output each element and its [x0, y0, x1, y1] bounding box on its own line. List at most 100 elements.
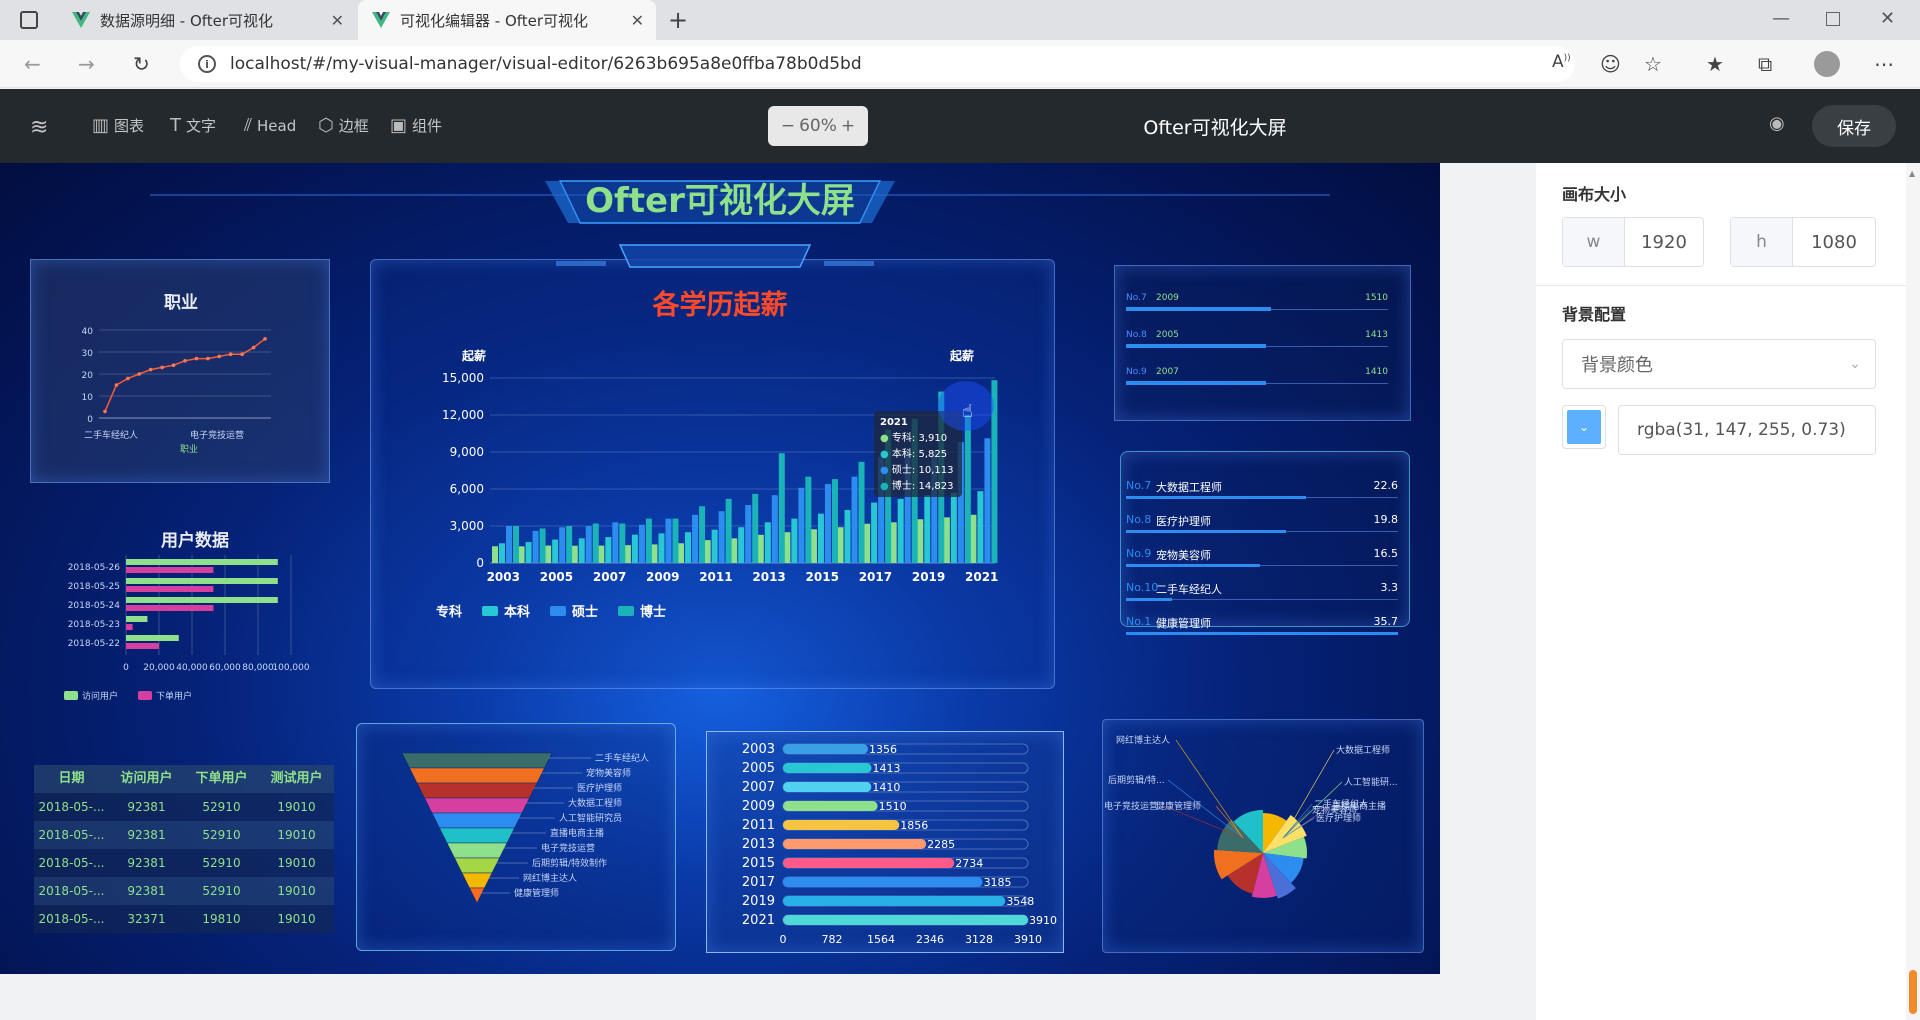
collections-icon[interactable]: ⧉	[1758, 52, 1772, 76]
new-tab-icon[interactable]: +	[668, 6, 688, 34]
table-header-cell: 测试用户	[270, 771, 323, 786]
save-button[interactable]: 保存	[1812, 105, 1896, 147]
read-aloud-icon[interactable]: A))	[1552, 52, 1571, 72]
rank-name: 健康管理师	[1156, 617, 1211, 630]
tab-close-icon[interactable]: ✕	[331, 11, 344, 30]
x-tick-label: 2011	[699, 570, 732, 584]
hbar-bar	[783, 782, 872, 792]
bar	[545, 545, 552, 563]
dashboard-canvas[interactable]: Ofter可视化大屏 职业 40 30 20 10 0 二手车经纪人 电子竞技运…	[0, 163, 1440, 974]
zoom-in-button[interactable]: +	[841, 116, 855, 136]
hbar-x-tick: 782	[822, 933, 843, 946]
toolbar-border[interactable]: ⬡ 边框	[318, 115, 369, 136]
x-tick-label: 2013	[752, 570, 785, 584]
browser-tab-datasource[interactable]: 数据源明细 - Ofter可视化 ✕	[58, 0, 356, 40]
line-point	[171, 363, 176, 367]
list-item[interactable]: No.10 二手车经纪人 3.3	[1126, 581, 1400, 615]
rank-bar	[1126, 564, 1260, 567]
page-scrollbar[interactable]: ▲	[1906, 163, 1920, 1020]
scroll-thumb[interactable]	[1909, 970, 1917, 1014]
toolbar-component[interactable]: ▣ 组件	[390, 115, 442, 136]
bar	[871, 502, 878, 563]
forward-icon[interactable]: →	[78, 52, 95, 76]
rank-name: 宠物美容师	[1156, 549, 1211, 562]
site-info-icon[interactable]: i	[198, 55, 216, 73]
list-item[interactable]: No.7 大数据工程师 22.6	[1126, 479, 1400, 513]
rank-name: 医疗护理师	[1156, 515, 1211, 528]
toolbar-label: 边框	[338, 117, 369, 135]
height-field[interactable]: h 1080	[1730, 217, 1876, 267]
users-title: 用户数据	[161, 531, 229, 551]
list-item[interactable]: No.8 2005 1413	[1126, 330, 1396, 367]
hbar-year: 2015	[742, 856, 775, 871]
job-line-chart: 40 30 20 10 0 二手车经纪人 电子竞技运营 职业	[82, 327, 271, 455]
layers-icon[interactable]: ≋	[30, 115, 48, 140]
funnel-label: 直播电商主播	[550, 827, 604, 839]
hbar-x-tick: 1564	[867, 933, 895, 946]
legend-label: 硕士	[572, 604, 598, 620]
list-item[interactable]: No.7 2009 1510	[1126, 293, 1396, 330]
bar	[645, 518, 652, 563]
window-close-icon[interactable]: ✕	[1880, 8, 1895, 29]
profile-avatar[interactable]	[1814, 51, 1840, 77]
back-icon[interactable]: ←	[24, 52, 41, 76]
more-menu-icon[interactable]: ⋯	[1874, 52, 1894, 76]
table-row[interactable]: 2018-05-... 92381 52910 19010	[34, 793, 334, 821]
bar	[824, 484, 831, 563]
browser-tab-editor[interactable]: 可视化编辑器 - Ofter可视化 ✕	[358, 0, 656, 40]
restore-icon[interactable]	[1826, 12, 1840, 26]
funnel-label: 大数据工程师	[568, 797, 622, 809]
funnel-label: 宠物美容师	[586, 767, 631, 779]
color-picker-button[interactable]: ⌄	[1562, 405, 1606, 449]
table-row[interactable]: 2018-05-... 32371 19810 19010	[34, 905, 334, 933]
job-x-label: 二手车经纪人	[84, 429, 138, 441]
editor-toolbar: ≋ ▥ 图表 T 文字 ⫽ Head ⬡ 边框 ▣ 组件 − 60% + Ofter可视化…	[0, 89, 1920, 163]
salary-y-label-left: 起薪	[461, 348, 486, 363]
legend-visit: 访问用户	[82, 690, 118, 702]
table-row[interactable]: 2018-05-... 92381 52910 19010	[34, 877, 334, 905]
line-point	[126, 376, 130, 381]
toolbar-chart[interactable]: ▥ 图表	[92, 115, 144, 136]
list-item[interactable]: No.9 2007 1410	[1126, 367, 1396, 404]
table-row[interactable]: 2018-05-... 92381 52910 19010	[34, 821, 334, 849]
add-favorite-icon[interactable]: ☆	[1644, 52, 1662, 76]
background-type-select[interactable]: 背景颜色 ⌄	[1562, 339, 1876, 389]
legend-swatch	[618, 606, 634, 616]
minimize-icon[interactable]: —	[1772, 8, 1790, 29]
preview-eye-icon[interactable]: ◉	[1769, 113, 1785, 134]
rank-year: 2005	[1156, 330, 1179, 340]
hbar-chart: 2003 1356 2005 1413 2007 1410 2009 1510 2011 1856…	[742, 742, 1057, 946]
rank-name: 二手车经纪人	[1156, 583, 1222, 596]
tab-actions-icon[interactable]	[20, 11, 38, 29]
pie-label: 人工智能研...	[1344, 776, 1398, 788]
reload-icon[interactable]: ↻	[133, 52, 150, 76]
list-item[interactable]: No.1 健康管理师 35.7	[1126, 615, 1400, 649]
funnel-layer	[424, 797, 530, 814]
width-value[interactable]: 1920	[1625, 218, 1703, 266]
tooltip-line: ● 博士: 14,823	[880, 481, 954, 492]
list-item[interactable]: No.9 宠物美容师 16.5	[1126, 547, 1400, 581]
bar	[612, 522, 619, 563]
height-value[interactable]: 1080	[1793, 218, 1875, 266]
rank-year: 2009	[1156, 293, 1179, 303]
scroll-up-icon[interactable]: ▲	[1909, 169, 1915, 178]
job-panel[interactable]: 职业 40 30 20 10 0 二手车经纪人 电子竞技运营 职业	[30, 259, 330, 483]
table-row[interactable]: 2018-05-... 92381 52910 19010	[34, 849, 334, 877]
tracking-prevention-icon[interactable]: ☺	[1600, 52, 1621, 76]
zoom-out-button[interactable]: −	[781, 116, 795, 136]
url-field[interactable]: i localhost/#/my-visual-manager/visual-e…	[180, 46, 1575, 82]
funnel-label: 人工智能研究员	[559, 812, 622, 824]
rank-no: No.8	[1126, 513, 1152, 526]
width-field[interactable]: w 1920	[1562, 217, 1704, 267]
list-item[interactable]: No.8 医疗护理师 19.8	[1126, 513, 1400, 547]
toolbar-text[interactable]: T 文字	[170, 115, 216, 136]
pie-label: 大数据工程师	[1336, 744, 1390, 756]
toolbar-head[interactable]: ⫽ Head	[244, 115, 296, 136]
border-icon: ⬡	[318, 115, 334, 136]
users-x-tick: 100,000	[272, 663, 309, 673]
hbar-value: 1356	[869, 743, 897, 756]
rank-mid-list: No.7 大数据工程师 22.6 No.8 医疗护理师 19.8 No.9 宠物…	[1126, 479, 1400, 649]
color-value-input[interactable]: rgba(31, 147, 255, 0.73)	[1618, 405, 1876, 455]
favorites-icon[interactable]: ★	[1706, 52, 1724, 76]
tab-close-icon[interactable]: ✕	[631, 11, 644, 30]
